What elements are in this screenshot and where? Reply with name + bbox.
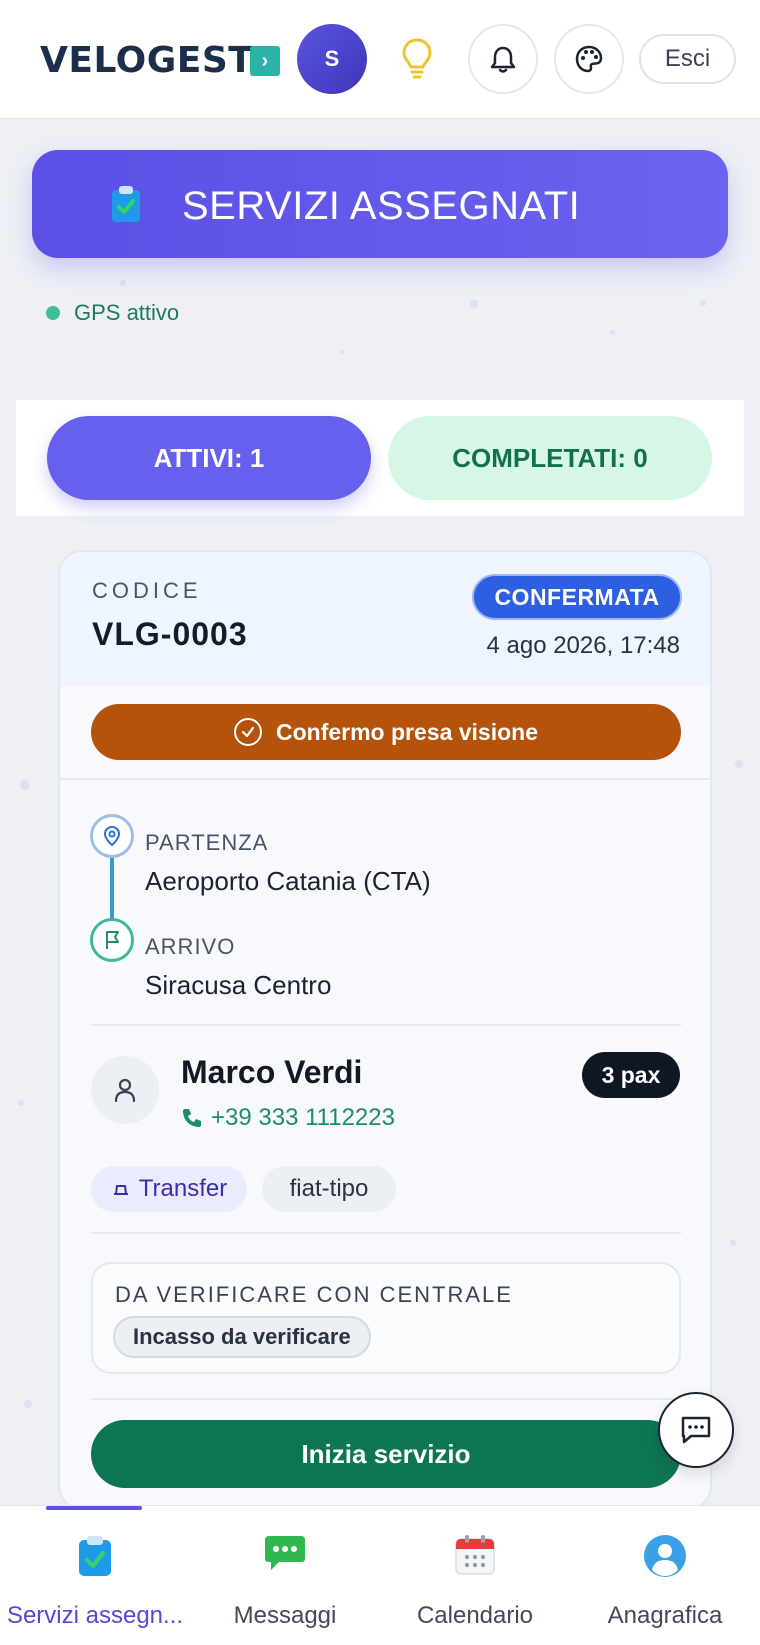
divider (91, 1398, 681, 1400)
lightbulb-icon[interactable] (400, 36, 434, 80)
tab-active[interactable]: ATTIVI: 1 (47, 416, 371, 500)
user-avatar[interactable]: S (297, 24, 367, 94)
nav-label: Messaggi (233, 1602, 337, 1629)
code-label: CODICE (92, 578, 202, 603)
confirm-view-label: Confermo presa visione (275, 718, 539, 745)
logo-arrow-icon: › (250, 46, 280, 76)
divider (91, 1232, 681, 1234)
departure-label: PARTENZA (145, 830, 269, 855)
app-logo: VELOGEST (40, 40, 254, 81)
tab-completed[interactable]: COMPLETATI: 0 (388, 416, 712, 500)
clipboard-check-icon (112, 186, 140, 222)
person-icon (91, 1056, 159, 1124)
transfer-icon (113, 1185, 128, 1195)
theme-button[interactable] (554, 24, 624, 94)
arrival-label: ARRIVO (145, 934, 236, 959)
status-badge: CONFERMATA (472, 574, 682, 620)
nav-item-calendar[interactable]: Calendario (380, 1506, 570, 1645)
calendar-icon (455, 1535, 495, 1575)
check-circle-icon (233, 718, 262, 746)
logout-button[interactable]: Esci (639, 34, 736, 84)
phone-icon (183, 1109, 201, 1127)
verify-chip: Incasso da verificare (113, 1316, 371, 1358)
chat-button[interactable] (658, 1392, 734, 1468)
gps-status: GPS attivo (46, 300, 179, 326)
service-datetime: 4 ago 2026, 17:48 (486, 632, 680, 659)
nav-label: Anagrafica (607, 1602, 723, 1629)
verify-box: DA VERIFICARE CON CENTRALE Incasso da ve… (91, 1262, 681, 1374)
nav-item-messages[interactable]: Messaggi (190, 1506, 380, 1645)
page-title: SERVIZI ASSEGNATI (182, 184, 581, 228)
departure-value: Aeroporto Catania (CTA) (145, 866, 431, 896)
app-header: VELOGEST › S Esci (0, 0, 760, 118)
notifications-button[interactable] (468, 24, 538, 94)
start-service-button[interactable]: Inizia servizio (91, 1420, 681, 1488)
service-card: CODICE VLG-0003 CONFERMATA 4 ago 2026, 1… (58, 550, 712, 1510)
customer-phone: +39 333 1112223 (211, 1104, 395, 1131)
customer-name: Marco Verdi (181, 1054, 363, 1090)
arrival-value: Siracusa Centro (145, 970, 332, 1000)
bottom-navigation: Servizi assegn... Messaggi Calendario An… (0, 1505, 760, 1645)
chat-icon (681, 1416, 711, 1444)
service-code: VLG-0003 (92, 616, 248, 652)
user-profile-icon (644, 1535, 686, 1577)
chat-bubble-icon (265, 1536, 305, 1570)
palette-icon (575, 45, 603, 73)
pax-badge: 3 pax (582, 1052, 680, 1098)
divider (91, 1024, 681, 1026)
location-pin-icon (90, 814, 134, 858)
verify-title: DA VERIFICARE CON CENTRALE (115, 1282, 513, 1307)
clipboard-check-icon (79, 1536, 111, 1576)
bell-icon (490, 46, 516, 73)
divider (60, 778, 710, 780)
nav-label: Servizi assegn... (6, 1602, 184, 1629)
service-type-chip: Transfer (91, 1166, 247, 1212)
nav-item-profile[interactable]: Anagrafica (570, 1506, 760, 1645)
page-title-banner: SERVIZI ASSEGNATI (32, 150, 728, 258)
vehicle-chip: fiat-tipo (262, 1166, 396, 1212)
gps-dot-icon (46, 306, 60, 320)
flag-icon (90, 918, 134, 962)
confirm-view-button[interactable]: Confermo presa visione (91, 704, 681, 760)
status-tabs: ATTIVI: 1 COMPLETATI: 0 (16, 400, 744, 516)
nav-item-services[interactable]: Servizi assegn... (0, 1506, 190, 1645)
gps-label: GPS attivo (74, 300, 180, 325)
service-card-header: CODICE VLG-0003 CONFERMATA 4 ago 2026, 1… (60, 552, 710, 686)
service-type-label: Transfer (138, 1175, 228, 1202)
customer-phone-link[interactable]: +39 333 1112223 (181, 1104, 395, 1132)
nav-label: Calendario (416, 1602, 534, 1629)
